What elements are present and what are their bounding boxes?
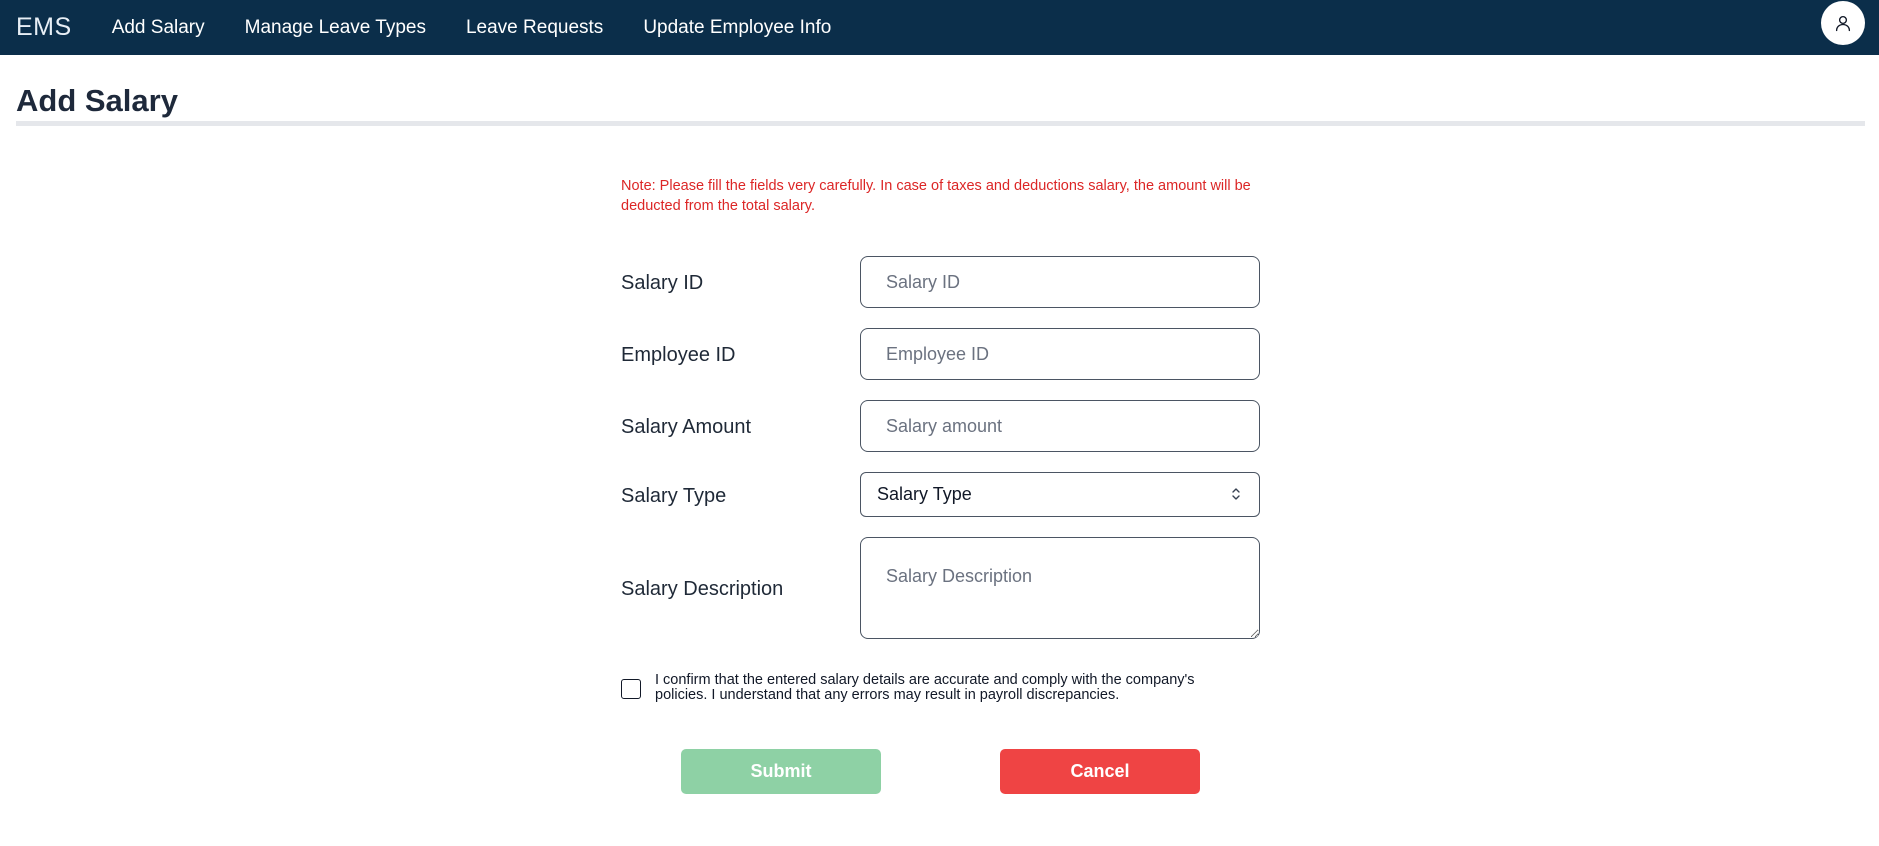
form-note: Note: Please fill the fields very carefu… (621, 178, 1251, 214)
page-title: Add Salary (16, 83, 178, 118)
confirm-checkbox[interactable] (621, 679, 641, 699)
nav-item-update-employee-info[interactable]: Update Employee Info (643, 17, 831, 39)
salary-description-textarea[interactable] (860, 537, 1260, 639)
salary-amount-input[interactable] (860, 400, 1260, 452)
user-icon (1835, 15, 1851, 32)
brand-logo[interactable]: EMS (16, 13, 72, 42)
submit-button[interactable]: Submit (681, 749, 881, 794)
salary-description-label: Salary Description (621, 578, 784, 600)
employee-id-label: Employee ID (621, 344, 736, 366)
cancel-button[interactable]: Cancel (1000, 749, 1200, 794)
salary-amount-label: Salary Amount (621, 416, 752, 438)
nav-item-manage-leave-types[interactable]: Manage Leave Types (245, 17, 426, 39)
salary-type-selected-value: Salary Type (877, 484, 972, 504)
nav-item-add-salary[interactable]: Add Salary (112, 17, 205, 39)
salary-type-select[interactable]: Salary Type (860, 472, 1260, 517)
employee-id-input[interactable] (860, 328, 1260, 380)
title-divider (16, 121, 1865, 126)
salary-type-label: Salary Type (621, 485, 727, 507)
top-navbar: EMS Add Salary Manage Leave Types Leave … (0, 0, 1879, 55)
nav-item-leave-requests[interactable]: Leave Requests (466, 17, 603, 39)
salary-id-label: Salary ID (621, 272, 704, 294)
confirm-text: I confirm that the entered salary detail… (655, 672, 1195, 703)
chevron-up-down-icon (1232, 488, 1240, 500)
salary-id-input[interactable] (860, 256, 1260, 308)
user-avatar-button[interactable] (1821, 1, 1865, 45)
